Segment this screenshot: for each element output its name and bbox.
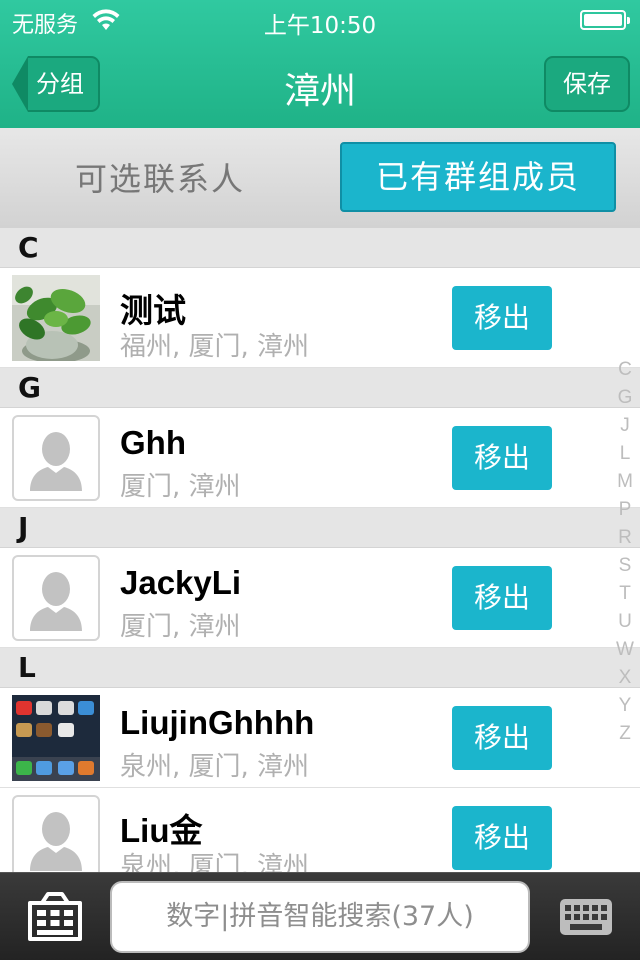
- avatar-plant-photo: [12, 275, 100, 361]
- index-letter[interactable]: W: [616, 636, 634, 664]
- bottom-toolbar: 数字|拼音智能搜索(37人): [0, 872, 640, 960]
- default-person-icon: [12, 795, 100, 872]
- contact-name: JackyLi: [120, 564, 242, 601]
- contact-name: Ghh: [120, 424, 186, 461]
- search-input[interactable]: 数字|拼音智能搜索(37人): [110, 881, 530, 953]
- nav-bar: 分组 漳州 保存: [0, 40, 640, 128]
- contact-list[interactable]: C 测试 福州, 厦门, 漳州 移出 G Ghh 厦门, 漳州 移出 J Jac…: [0, 228, 640, 872]
- remove-button[interactable]: 移出: [452, 706, 552, 770]
- contact-row[interactable]: Liu金 泉州, 厦门, 漳州 移出: [0, 788, 640, 872]
- battery-icon: [580, 10, 630, 30]
- contact-groups: 厦门, 漳州: [120, 612, 241, 642]
- index-letter[interactable]: L: [620, 440, 631, 468]
- contact-groups: 泉州, 厦门, 漳州: [120, 752, 310, 782]
- contact-row[interactable]: JackyLi 厦门, 漳州 移出: [0, 548, 640, 648]
- index-letter[interactable]: Y: [619, 692, 632, 720]
- section-header-j: J: [0, 508, 640, 548]
- alphabet-index[interactable]: C G J L M P R S T U W X Y Z: [610, 356, 640, 748]
- contact-row[interactable]: 测试 福州, 厦门, 漳州 移出: [0, 268, 640, 368]
- contact-groups: 泉州, 厦门, 漳州: [120, 852, 310, 872]
- index-letter[interactable]: T: [619, 580, 631, 608]
- status-bar: 无服务 上午10:50: [0, 0, 640, 40]
- index-letter[interactable]: Z: [619, 720, 631, 748]
- default-person-icon: [12, 415, 100, 501]
- avatar-homescreen-photo: [12, 695, 100, 781]
- remove-button[interactable]: 移出: [452, 806, 552, 870]
- contact-groups: 厦门, 漳州: [120, 472, 241, 502]
- tab-group-members[interactable]: 已有群组成员: [340, 142, 616, 212]
- index-letter[interactable]: S: [619, 552, 632, 580]
- index-letter[interactable]: P: [619, 496, 632, 524]
- save-button[interactable]: 保存: [544, 56, 630, 112]
- index-letter[interactable]: R: [618, 524, 632, 552]
- section-header-l: L: [0, 648, 640, 688]
- status-time: 上午10:50: [263, 13, 377, 39]
- index-letter[interactable]: X: [619, 664, 632, 692]
- contact-row[interactable]: Ghh 厦门, 漳州 移出: [0, 408, 640, 508]
- top-bar: 无服务 上午10:50 分组 漳州 保存: [0, 0, 640, 128]
- index-letter[interactable]: U: [618, 608, 632, 636]
- tab-available-contacts[interactable]: 可选联系人: [10, 144, 310, 214]
- contact-row[interactable]: LiujinGhhhh 泉州, 厦门, 漳州 移出: [0, 688, 640, 788]
- default-person-icon: [12, 555, 100, 641]
- contact-name: 测试: [120, 292, 186, 329]
- section-header-c: C: [0, 228, 640, 268]
- index-letter[interactable]: C: [618, 356, 632, 384]
- remove-button[interactable]: 移出: [452, 566, 552, 630]
- contact-groups: 福州, 厦门, 漳州: [120, 332, 310, 362]
- contact-name: LiujinGhhhh: [120, 704, 315, 741]
- remove-button[interactable]: 移出: [452, 426, 552, 490]
- contact-name: Liu金: [120, 812, 203, 849]
- segmented-control: 可选联系人 已有群组成员: [0, 128, 640, 228]
- index-letter[interactable]: M: [617, 468, 633, 496]
- remove-button[interactable]: 移出: [452, 286, 552, 350]
- section-header-g: G: [0, 368, 640, 408]
- dialpad-icon[interactable]: [22, 889, 88, 945]
- index-letter[interactable]: G: [618, 384, 633, 412]
- keyboard-icon[interactable]: [558, 893, 614, 941]
- index-letter[interactable]: J: [620, 412, 630, 440]
